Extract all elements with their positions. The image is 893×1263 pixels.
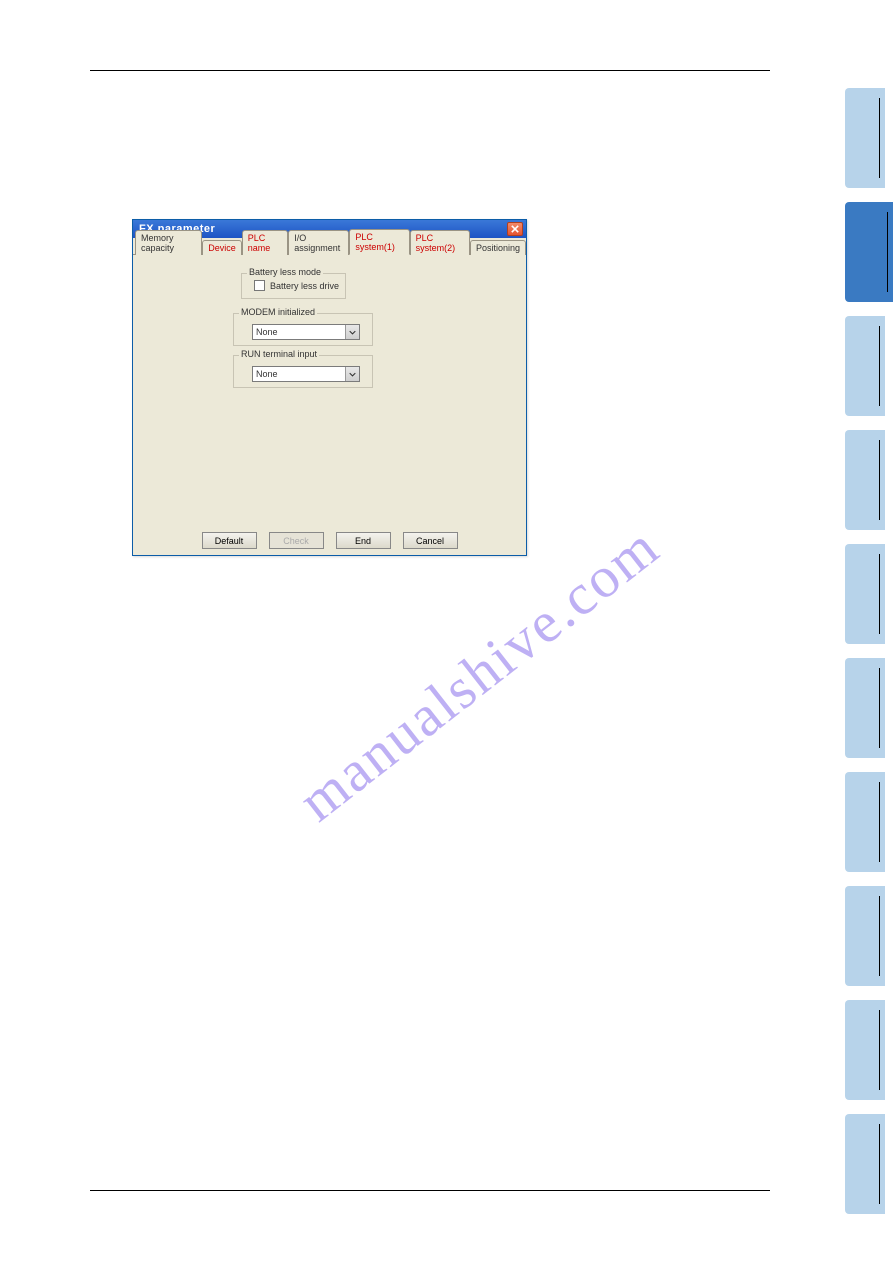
header-rule: [90, 70, 770, 71]
modem-value: None: [253, 327, 345, 337]
side-tab-10[interactable]: [845, 1114, 885, 1214]
battery-less-checkbox[interactable]: [254, 280, 265, 291]
run-terminal-legend: RUN terminal input: [239, 349, 319, 359]
modem-dropdown-arrow: [345, 325, 359, 339]
close-icon: [511, 225, 519, 233]
footer-rule: [90, 1190, 770, 1191]
tab-positioning[interactable]: Positioning: [470, 240, 526, 255]
cancel-button[interactable]: Cancel: [403, 532, 458, 549]
close-button[interactable]: [507, 222, 523, 236]
run-terminal-value: None: [253, 369, 345, 379]
side-tab-5[interactable]: [845, 544, 885, 644]
side-tab-1[interactable]: [845, 88, 885, 188]
side-tab-4[interactable]: [845, 430, 885, 530]
run-dropdown-arrow: [345, 367, 359, 381]
run-terminal-group: RUN terminal input None: [233, 355, 373, 388]
tab-plc-name[interactable]: PLC name: [242, 230, 289, 255]
fx-parameter-dialog: FX parameter Memory capacity Device PLC …: [132, 219, 527, 556]
check-button: Check: [269, 532, 324, 549]
default-button[interactable]: Default: [202, 532, 257, 549]
chevron-down-icon: [349, 330, 356, 335]
modem-group: MODEM initialized None: [233, 313, 373, 346]
button-row: Default Check End Cancel: [133, 532, 526, 549]
run-terminal-combo[interactable]: None: [252, 366, 360, 382]
tab-device[interactable]: Device: [202, 240, 242, 255]
battery-less-group: Battery less mode Battery less drive: [241, 273, 346, 299]
battery-less-label: Battery less drive: [270, 281, 339, 291]
modem-legend: MODEM initialized: [239, 307, 317, 317]
battery-less-legend: Battery less mode: [247, 267, 323, 277]
end-button[interactable]: End: [336, 532, 391, 549]
dialog-content: Battery less mode Battery less drive MOD…: [133, 255, 526, 555]
side-tab-6[interactable]: [845, 658, 885, 758]
tab-strip: Memory capacity Device PLC name I/O assi…: [133, 238, 526, 255]
tab-plc-system-2[interactable]: PLC system(2): [410, 230, 470, 255]
side-tab-3[interactable]: [845, 316, 885, 416]
watermark-text: manualshive.com: [286, 512, 672, 834]
tab-memory-capacity[interactable]: Memory capacity: [135, 230, 202, 255]
side-tab-7[interactable]: [845, 772, 885, 872]
side-tab-8[interactable]: [845, 886, 885, 986]
tab-plc-system-1[interactable]: PLC system(1): [349, 229, 409, 255]
modem-combo[interactable]: None: [252, 324, 360, 340]
side-tab-nav: [845, 88, 893, 1214]
tab-io-assignment[interactable]: I/O assignment: [288, 230, 349, 255]
chevron-down-icon: [349, 372, 356, 377]
side-tab-9[interactable]: [845, 1000, 885, 1100]
side-tab-2[interactable]: [845, 202, 893, 302]
